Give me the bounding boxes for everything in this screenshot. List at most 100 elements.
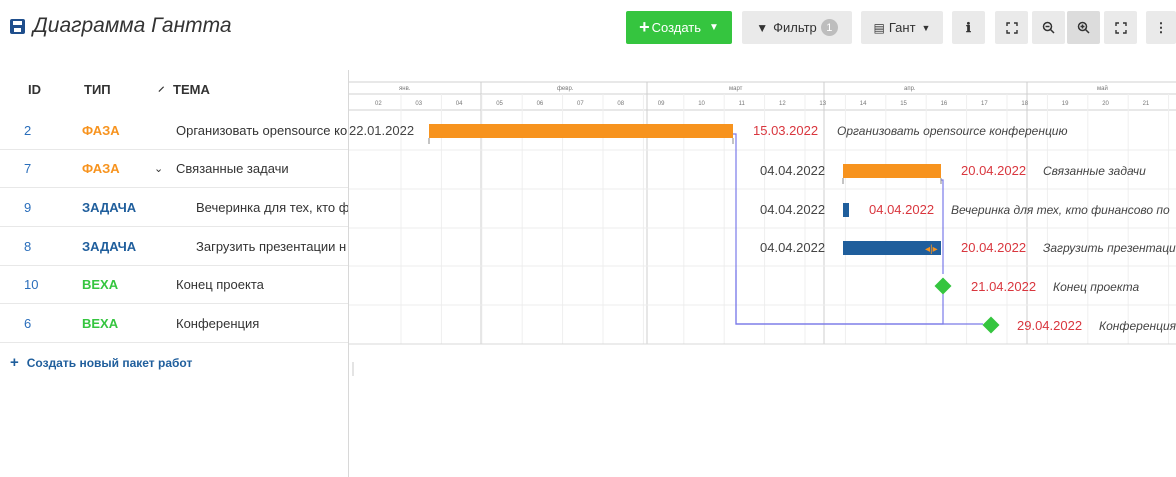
view-mode-button[interactable]: ▤ Гант ▼ (861, 11, 943, 44)
bar-due-date: 15.03.2022 (753, 123, 819, 138)
save-icon[interactable] (10, 18, 25, 34)
bar-due-date: 20.04.2022 (961, 240, 1027, 255)
filter-button[interactable]: ▼ Фильтр 1 (742, 11, 852, 44)
table-row[interactable]: 8 ЗАДАЧА Загрузить презентации н (0, 228, 348, 266)
row-id-link[interactable]: 7 (24, 161, 31, 176)
collapse-chevron-icon[interactable]: ⌄ (154, 162, 163, 175)
view-mode-label: Гант (888, 20, 916, 35)
zoom-out-icon (1042, 21, 1055, 34)
month-label: февр. (557, 86, 574, 92)
milestone-date: 21.04.2022 (971, 279, 1037, 294)
month-label: апр. (904, 86, 916, 92)
table-row[interactable]: 10 ВЕХА Конец проекта (0, 266, 348, 304)
add-work-package-label: Создать новый пакет работ (26, 355, 193, 370)
bar-due-date: 20.04.2022 (961, 163, 1027, 178)
table-row[interactable]: 6 ВЕХА Конференция (0, 305, 348, 343)
row-id-link[interactable]: 9 (24, 200, 31, 215)
info-icon: ℹ (966, 19, 971, 35)
gantt-bar-phase[interactable] (843, 164, 941, 178)
info-button[interactable]: ℹ (952, 11, 985, 44)
month-label: май (1097, 85, 1108, 92)
hierarchy-toggle-icon[interactable]: ⸍ (158, 82, 165, 100)
week-label: 15 (900, 101, 907, 107)
create-button[interactable]: + Создать ▼ (626, 11, 732, 44)
week-label: 19 (1062, 101, 1069, 107)
row-subject[interactable]: Загрузить презентации н (196, 239, 348, 254)
row-type: ВЕХА (82, 316, 119, 331)
gantt-bar-task[interactable] (843, 203, 849, 217)
milestone-name: Конец проекта (1053, 280, 1140, 294)
more-menu-button[interactable]: ⋮ (1146, 11, 1176, 44)
bar-start-date: 22.01.2022 (349, 123, 415, 138)
week-label: 12 (779, 101, 786, 107)
bar-start-date: 04.04.2022 (760, 163, 826, 178)
kebab-menu-icon: ⋮ (1154, 19, 1168, 35)
plus-icon: + (10, 354, 19, 371)
week-label: 13 (819, 101, 826, 107)
column-header-type[interactable]: ТИП (84, 82, 111, 97)
bar-name: Загрузить презентации (1043, 241, 1176, 255)
relation-line (735, 270, 983, 325)
filter-count-badge: 1 (820, 19, 838, 36)
week-label: 16 (941, 101, 948, 107)
row-subject[interactable]: Связанные задачи (176, 161, 289, 176)
gantt-view-icon: ▤ (873, 20, 885, 35)
row-type: ВЕХА (82, 277, 119, 292)
bar-start-date: 04.04.2022 (760, 240, 826, 255)
week-label: 02 (375, 101, 382, 107)
fullscreen-button[interactable] (1104, 11, 1137, 44)
milestone-diamond[interactable] (934, 277, 952, 295)
page-title: Диаграмма Гантта (10, 14, 232, 38)
add-work-package-link[interactable]: + Создать новый пакет работ (10, 354, 192, 371)
row-id-link[interactable]: 10 (24, 277, 38, 292)
week-label: 11 (739, 101, 746, 107)
week-label: 04 (456, 101, 463, 107)
week-label: 08 (617, 101, 624, 107)
filter-label: Фильтр (773, 20, 817, 35)
row-id-link[interactable]: 2 (24, 123, 31, 138)
resize-handle-icon[interactable]: ◂|▸ (925, 244, 938, 255)
milestone-diamond[interactable] (982, 316, 1000, 334)
row-subject[interactable]: Конец проекта (176, 277, 264, 292)
create-label: Создать (651, 20, 701, 35)
row-subject[interactable]: Конференция (176, 316, 259, 331)
row-id-link[interactable]: 8 (24, 239, 31, 254)
zoom-auto-button[interactable] (995, 11, 1028, 44)
zoom-out-button[interactable] (1032, 11, 1065, 44)
row-subject[interactable]: Организовать opensource ко (176, 123, 348, 138)
table-row[interactable]: 2 ФАЗА Организовать opensource ко (0, 112, 348, 150)
week-label: 20 (1102, 101, 1109, 107)
caret-down-icon: ▼ (709, 22, 719, 33)
table-header: ID ТИП ⸍ ТЕМА (0, 72, 348, 110)
row-subject[interactable]: Вечеринка для тех, кто ф (196, 200, 348, 215)
fullscreen-icon (1114, 21, 1127, 34)
bar-start-date: 04.04.2022 (760, 202, 826, 217)
gantt-chart[interactable]: янв. февр. март апр. май 02 03 04 05 06 07 08 0… (348, 70, 1176, 477)
milestone-name: Конференция (1099, 319, 1176, 333)
table-row[interactable]: 9 ЗАДАЧА Вечеринка для тех, кто ф (0, 189, 348, 227)
zoom-in-icon (1077, 21, 1090, 34)
gantt-bar-phase[interactable] (429, 124, 733, 138)
caret-down-icon: ▼ (921, 22, 931, 33)
week-label: 09 (658, 101, 665, 107)
gantt-bar-bracket (428, 138, 734, 144)
column-header-subject[interactable]: ТЕМА (173, 82, 210, 97)
column-header-id[interactable]: ID (28, 82, 41, 97)
table-row[interactable]: 7 ФАЗА ⌄ Связанные задачи (0, 150, 348, 188)
page-header: Диаграмма Гантта + Создать ▼ ▼ Фильтр 1 … (0, 0, 1176, 60)
week-label: 18 (1021, 101, 1028, 107)
milestone-date: 29.04.2022 (1017, 318, 1083, 333)
bar-name: Организовать opensource конференцию (837, 124, 1068, 138)
row-type: ЗАДАЧА (82, 200, 137, 215)
page-title-text: Диаграмма Гантта (33, 14, 232, 37)
filter-icon: ▼ (756, 20, 769, 35)
month-label: март (729, 86, 743, 92)
row-id-link[interactable]: 6 (24, 316, 31, 331)
week-label: 14 (860, 101, 867, 107)
timeline-header (349, 70, 1176, 110)
month-label: янв. (399, 86, 411, 92)
bar-due-date: 04.04.2022 (869, 202, 935, 217)
zoom-in-button[interactable] (1067, 11, 1100, 44)
bar-name: Связанные задачи (1043, 164, 1146, 178)
row-type: ФАЗА (82, 123, 120, 138)
